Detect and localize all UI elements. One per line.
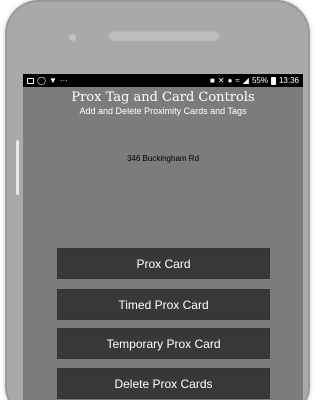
signal-icon: ◢ <box>242 75 249 85</box>
prox-card-button[interactable]: Prox Card <box>57 248 270 279</box>
temporary-prox-card-button[interactable]: Temporary Prox Card <box>57 328 270 359</box>
status-bar-right: ■ ✕ ● ≈ ◢ 55% 13:36 <box>210 74 299 87</box>
wifi-icon: ≈ <box>235 75 240 85</box>
shield-icon: ▼ <box>48 75 57 85</box>
earpiece-speaker <box>108 30 220 41</box>
page-subtitle: Add and Delete Proximity Cards and Tags <box>79 106 247 116</box>
front-camera <box>69 34 76 41</box>
phone-frame: ◯ ▼ ··· ■ ✕ ● ≈ ◢ 55% 13:36 Prox Tag and… <box>5 0 310 400</box>
delete-prox-cards-button[interactable]: Delete Prox Cards <box>57 368 270 399</box>
image-icon <box>27 77 34 84</box>
timed-prox-card-button[interactable]: Timed Prox Card <box>57 289 270 320</box>
mute-icon: ✕ <box>217 75 225 85</box>
alarm-icon: ● <box>227 75 233 85</box>
battery-percent: 55% <box>251 76 268 85</box>
battery-icon <box>270 76 276 85</box>
page-title: Prox Tag and Card Controls <box>71 90 255 105</box>
status-bar-left: ◯ ▼ ··· <box>27 74 68 87</box>
clock: 13:36 <box>278 76 299 85</box>
side-button[interactable] <box>16 140 19 195</box>
lock-icon: ■ <box>210 75 215 85</box>
app-screen: ◯ ▼ ··· ■ ✕ ● ≈ ◢ 55% 13:36 Prox Tag and… <box>23 74 303 400</box>
address-label: 346 Buckingham Rd <box>126 154 200 163</box>
more-icon: ··· <box>59 76 68 85</box>
whatsapp-icon: ◯ <box>37 75 46 85</box>
status-bar: ◯ ▼ ··· ■ ✕ ● ≈ ◢ 55% 13:36 <box>23 74 303 87</box>
